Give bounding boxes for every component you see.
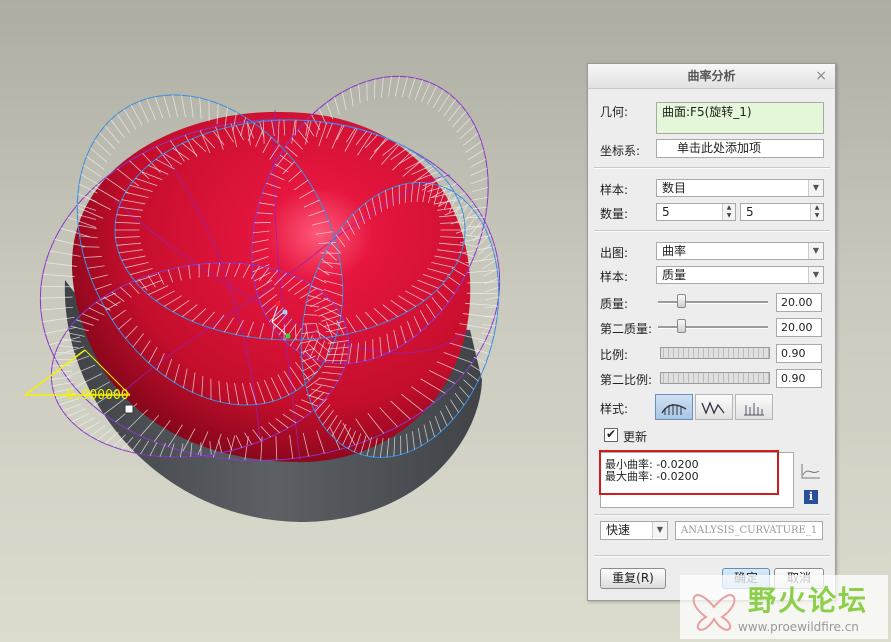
count-spinner-1[interactable]: 5 ▲ ▼ [656,203,736,221]
plot-select[interactable]: 曲率 ▼ [656,242,824,260]
update-checkbox[interactable]: ✔ [604,428,618,442]
mode-select-value: 快速 [606,523,631,537]
quality-slider-handle[interactable] [677,294,686,308]
watermark-title: 野火论坛 [748,584,869,617]
sample-select-value: 数目 [662,181,687,195]
style-porcupine-button[interactable] [655,394,693,420]
sample2-select[interactable]: 质量 ▼ [656,266,824,284]
scale-label: 比例: [600,348,629,362]
analysis-name-input[interactable]: ANALYSIS_CURVATURE_1 [675,521,823,540]
sample-select[interactable]: 数目 ▼ [656,179,824,197]
plot-label: 出图: [600,246,629,260]
count-spinner-2-value: 5 [746,205,754,219]
spinner-arrows-icon[interactable]: ▲ ▼ [810,204,823,220]
graph-curve-icon [701,401,725,415]
reset-button[interactable]: 重复(R) [600,568,666,589]
geometry-label: 几何: [600,105,629,119]
dimension-label: 0.900000 [66,388,129,403]
count-label: 数量: [600,207,629,221]
style-label: 样式: [600,402,629,416]
close-icon[interactable]: × [815,64,827,88]
bar-lines-icon [744,403,764,416]
plot-select-value: 曲率 [662,244,687,258]
divider [594,230,830,232]
highlight-box [599,450,779,495]
coord-sys-label: 坐标系: [600,144,641,158]
chevron-down-icon: ▼ [808,180,823,196]
style-bars-button[interactable] [735,394,773,420]
scale-thumbwheel[interactable] [660,347,770,359]
chevron-down-icon: ▼ [808,267,823,283]
watermark-url: www.proewildfire.cn [738,620,859,634]
quality-label: 质量: [600,297,629,311]
butterfly-logo-icon [692,594,736,631]
quality2-slider-track[interactable] [658,326,768,329]
scale2-input[interactable]: 0.90 [776,369,822,388]
quality2-label: 第二质量: [600,322,653,336]
scale2-thumbwheel[interactable] [660,372,770,384]
watermark: 野火论坛 www.proewildfire.cn [680,575,888,639]
style-graph-button[interactable] [695,394,733,420]
curvature-analysis-dialog: 曲率分析 × 几何: 曲面:F5(旋转_1) 坐标系: 单击此处添加项 样本: … [587,63,836,601]
scale-input[interactable]: 0.90 [776,344,822,363]
count-spinner-2[interactable]: 5 ▲ ▼ [740,203,824,221]
divider [594,555,830,557]
sample2-label: 样本: [600,270,629,284]
chevron-down-icon: ▼ [652,522,667,538]
divider [594,514,830,516]
info-icon[interactable]: i [804,490,818,504]
dimension-handle[interactable] [124,404,134,414]
dialog-titlebar[interactable]: 曲率分析 × [588,64,835,89]
coord-sys-collector[interactable]: 单击此处添加项 [656,139,824,158]
sample-label: 样本: [600,183,629,197]
dialog-title: 曲率分析 [687,69,736,83]
porcupine-curve-icon [661,404,687,415]
chevron-down-icon: ▼ [808,243,823,259]
quality-input[interactable]: 20.00 [776,293,822,312]
quality2-input[interactable]: 20.00 [776,318,822,337]
quality2-slider-handle[interactable] [677,319,686,333]
graph-icon[interactable] [800,462,822,480]
count-spinner-1-value: 5 [662,205,670,219]
scale2-label: 第二比例: [600,373,653,387]
quality-slider-track[interactable] [658,301,768,304]
update-label: 更新 [623,430,648,444]
style-button-group [655,394,775,420]
divider [594,167,830,169]
spinner-arrows-icon[interactable]: ▲ ▼ [722,204,735,220]
mode-select[interactable]: 快速 ▼ [600,521,668,540]
sample2-select-value: 质量 [662,268,687,282]
geometry-collector[interactable]: 曲面:F5(旋转_1) [656,102,824,134]
